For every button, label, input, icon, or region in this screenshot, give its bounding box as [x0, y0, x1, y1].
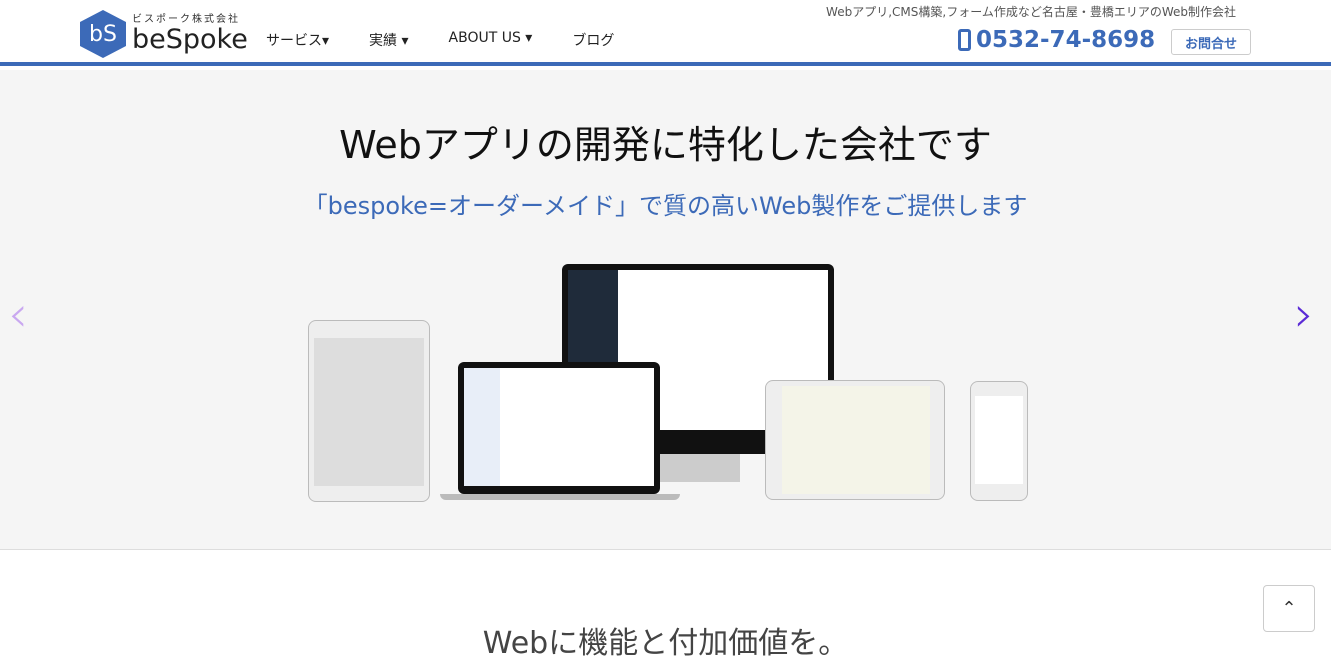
- carousel-prev-arrow-icon[interactable]: ‹: [8, 285, 28, 343]
- logo-name: beSpoke: [132, 24, 248, 55]
- hero-carousel: Webアプリの開発に特化した会社です 「bespoke=オーダーメイド」で質の高…: [0, 70, 1331, 550]
- logo-mark: bS: [80, 10, 126, 58]
- site-header: bS ビスポーク株式会社 beSpoke サービス▾ 実績 ▾ ABOUT US…: [0, 0, 1331, 66]
- tagline: Webアプリ,CMS構築,フォーム作成など名古屋・豊橋エリアのWeb制作会社: [826, 5, 1236, 19]
- phone-number[interactable]: 0532-74-8698: [958, 27, 1155, 53]
- nav-blog[interactable]: ブログ: [572, 30, 614, 50]
- phone-icon: [958, 29, 971, 51]
- nav-services[interactable]: サービス▾: [266, 30, 329, 50]
- back-to-top-button[interactable]: ⌃: [1263, 585, 1315, 632]
- section-title: Webに機能と付加価値を。: [482, 626, 849, 661]
- nav-works[interactable]: 実績 ▾: [369, 30, 408, 50]
- logo[interactable]: bS ビスポーク株式会社 beSpoke: [80, 10, 248, 58]
- carousel-next-arrow-icon[interactable]: ›: [1294, 285, 1314, 343]
- contact-button[interactable]: お問合せ: [1171, 29, 1251, 55]
- hero-subtitle: 「bespoke=オーダーメイド」で質の高いWeb製作をご提供します: [303, 192, 1028, 220]
- nav-about[interactable]: ABOUT US ▾: [449, 30, 533, 50]
- main-nav: サービス▾ 実績 ▾ ABOUT US ▾ ブログ: [266, 30, 654, 50]
- phone-text: 0532-74-8698: [976, 27, 1156, 53]
- hero-title: Webアプリの開発に特化した会社です: [339, 123, 992, 167]
